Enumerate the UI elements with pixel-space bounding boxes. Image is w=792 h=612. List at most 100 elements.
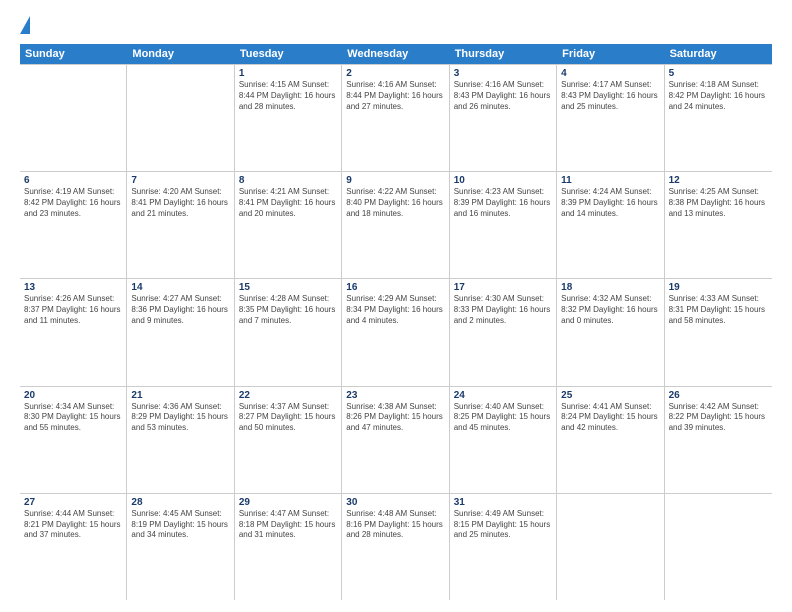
calendar-cell-15: 15Sunrise: 4:28 AM Sunset: 8:35 PM Dayli…: [235, 279, 342, 385]
day-number: 25: [561, 390, 659, 401]
calendar-cell-16: 16Sunrise: 4:29 AM Sunset: 8:34 PM Dayli…: [342, 279, 449, 385]
day-info: Sunrise: 4:48 AM Sunset: 8:16 PM Dayligh…: [346, 509, 444, 541]
day-number: 4: [561, 68, 659, 79]
day-number: 26: [669, 390, 768, 401]
day-info: Sunrise: 4:36 AM Sunset: 8:29 PM Dayligh…: [131, 402, 229, 434]
weekday-header-tuesday: Tuesday: [235, 44, 342, 64]
calendar-cell-3: 3Sunrise: 4:16 AM Sunset: 8:43 PM Daylig…: [450, 65, 557, 171]
calendar-cell-9: 9Sunrise: 4:22 AM Sunset: 8:40 PM Daylig…: [342, 172, 449, 278]
day-info: Sunrise: 4:34 AM Sunset: 8:30 PM Dayligh…: [24, 402, 122, 434]
page: SundayMondayTuesdayWednesdayThursdayFrid…: [0, 0, 792, 612]
weekday-header-wednesday: Wednesday: [342, 44, 449, 64]
day-number: 9: [346, 175, 444, 186]
calendar-cell-4: 4Sunrise: 4:17 AM Sunset: 8:43 PM Daylig…: [557, 65, 664, 171]
day-info: Sunrise: 4:33 AM Sunset: 8:31 PM Dayligh…: [669, 294, 768, 326]
calendar-cell-17: 17Sunrise: 4:30 AM Sunset: 8:33 PM Dayli…: [450, 279, 557, 385]
day-info: Sunrise: 4:21 AM Sunset: 8:41 PM Dayligh…: [239, 187, 337, 219]
day-number: 27: [24, 497, 122, 508]
calendar-cell-13: 13Sunrise: 4:26 AM Sunset: 8:37 PM Dayli…: [20, 279, 127, 385]
day-info: Sunrise: 4:24 AM Sunset: 8:39 PM Dayligh…: [561, 187, 659, 219]
calendar-cell-6: 6Sunrise: 4:19 AM Sunset: 8:42 PM Daylig…: [20, 172, 127, 278]
calendar-cell-26: 26Sunrise: 4:42 AM Sunset: 8:22 PM Dayli…: [665, 387, 772, 493]
day-number: 21: [131, 390, 229, 401]
weekday-header-friday: Friday: [557, 44, 664, 64]
calendar-cell-empty: [20, 65, 127, 171]
day-number: 19: [669, 282, 768, 293]
calendar-cell-empty: [665, 494, 772, 600]
day-number: 2: [346, 68, 444, 79]
calendar-cell-30: 30Sunrise: 4:48 AM Sunset: 8:16 PM Dayli…: [342, 494, 449, 600]
day-info: Sunrise: 4:49 AM Sunset: 8:15 PM Dayligh…: [454, 509, 552, 541]
day-number: 13: [24, 282, 122, 293]
calendar-cell-29: 29Sunrise: 4:47 AM Sunset: 8:18 PM Dayli…: [235, 494, 342, 600]
weekday-header-sunday: Sunday: [20, 44, 127, 64]
day-number: 15: [239, 282, 337, 293]
day-info: Sunrise: 4:40 AM Sunset: 8:25 PM Dayligh…: [454, 402, 552, 434]
calendar-cell-1: 1Sunrise: 4:15 AM Sunset: 8:44 PM Daylig…: [235, 65, 342, 171]
day-number: 28: [131, 497, 229, 508]
day-info: Sunrise: 4:37 AM Sunset: 8:27 PM Dayligh…: [239, 402, 337, 434]
weekday-header-thursday: Thursday: [450, 44, 557, 64]
day-info: Sunrise: 4:28 AM Sunset: 8:35 PM Dayligh…: [239, 294, 337, 326]
calendar-cell-8: 8Sunrise: 4:21 AM Sunset: 8:41 PM Daylig…: [235, 172, 342, 278]
day-number: 6: [24, 175, 122, 186]
day-number: 11: [561, 175, 659, 186]
calendar-cell-5: 5Sunrise: 4:18 AM Sunset: 8:42 PM Daylig…: [665, 65, 772, 171]
day-info: Sunrise: 4:25 AM Sunset: 8:38 PM Dayligh…: [669, 187, 768, 219]
calendar-cell-empty: [557, 494, 664, 600]
calendar-header: SundayMondayTuesdayWednesdayThursdayFrid…: [20, 44, 772, 64]
logo: [20, 16, 34, 34]
day-number: 8: [239, 175, 337, 186]
calendar-cell-24: 24Sunrise: 4:40 AM Sunset: 8:25 PM Dayli…: [450, 387, 557, 493]
day-info: Sunrise: 4:29 AM Sunset: 8:34 PM Dayligh…: [346, 294, 444, 326]
day-info: Sunrise: 4:19 AM Sunset: 8:42 PM Dayligh…: [24, 187, 122, 219]
calendar-cell-18: 18Sunrise: 4:32 AM Sunset: 8:32 PM Dayli…: [557, 279, 664, 385]
day-number: 7: [131, 175, 229, 186]
day-number: 29: [239, 497, 337, 508]
calendar-cell-10: 10Sunrise: 4:23 AM Sunset: 8:39 PM Dayli…: [450, 172, 557, 278]
day-info: Sunrise: 4:44 AM Sunset: 8:21 PM Dayligh…: [24, 509, 122, 541]
calendar-cell-7: 7Sunrise: 4:20 AM Sunset: 8:41 PM Daylig…: [127, 172, 234, 278]
calendar-cell-27: 27Sunrise: 4:44 AM Sunset: 8:21 PM Dayli…: [20, 494, 127, 600]
day-info: Sunrise: 4:27 AM Sunset: 8:36 PM Dayligh…: [131, 294, 229, 326]
calendar-cell-20: 20Sunrise: 4:34 AM Sunset: 8:30 PM Dayli…: [20, 387, 127, 493]
day-info: Sunrise: 4:20 AM Sunset: 8:41 PM Dayligh…: [131, 187, 229, 219]
calendar-cell-25: 25Sunrise: 4:41 AM Sunset: 8:24 PM Dayli…: [557, 387, 664, 493]
day-info: Sunrise: 4:23 AM Sunset: 8:39 PM Dayligh…: [454, 187, 552, 219]
day-number: 12: [669, 175, 768, 186]
day-info: Sunrise: 4:42 AM Sunset: 8:22 PM Dayligh…: [669, 402, 768, 434]
logo-icon: [20, 16, 30, 34]
day-info: Sunrise: 4:32 AM Sunset: 8:32 PM Dayligh…: [561, 294, 659, 326]
day-info: Sunrise: 4:22 AM Sunset: 8:40 PM Dayligh…: [346, 187, 444, 219]
weekday-header-monday: Monday: [127, 44, 234, 64]
calendar-cell-empty: [127, 65, 234, 171]
day-info: Sunrise: 4:26 AM Sunset: 8:37 PM Dayligh…: [24, 294, 122, 326]
day-info: Sunrise: 4:17 AM Sunset: 8:43 PM Dayligh…: [561, 80, 659, 112]
calendar-cell-12: 12Sunrise: 4:25 AM Sunset: 8:38 PM Dayli…: [665, 172, 772, 278]
calendar-cell-22: 22Sunrise: 4:37 AM Sunset: 8:27 PM Dayli…: [235, 387, 342, 493]
calendar-row-1: 6Sunrise: 4:19 AM Sunset: 8:42 PM Daylig…: [20, 171, 772, 278]
calendar-cell-28: 28Sunrise: 4:45 AM Sunset: 8:19 PM Dayli…: [127, 494, 234, 600]
day-info: Sunrise: 4:30 AM Sunset: 8:33 PM Dayligh…: [454, 294, 552, 326]
weekday-header-saturday: Saturday: [665, 44, 772, 64]
calendar: SundayMondayTuesdayWednesdayThursdayFrid…: [20, 44, 772, 600]
day-number: 14: [131, 282, 229, 293]
day-number: 22: [239, 390, 337, 401]
calendar-row-3: 20Sunrise: 4:34 AM Sunset: 8:30 PM Dayli…: [20, 386, 772, 493]
calendar-cell-2: 2Sunrise: 4:16 AM Sunset: 8:44 PM Daylig…: [342, 65, 449, 171]
day-info: Sunrise: 4:41 AM Sunset: 8:24 PM Dayligh…: [561, 402, 659, 434]
day-info: Sunrise: 4:18 AM Sunset: 8:42 PM Dayligh…: [669, 80, 768, 112]
calendar-body: 1Sunrise: 4:15 AM Sunset: 8:44 PM Daylig…: [20, 64, 772, 600]
day-number: 1: [239, 68, 337, 79]
calendar-cell-31: 31Sunrise: 4:49 AM Sunset: 8:15 PM Dayli…: [450, 494, 557, 600]
day-number: 16: [346, 282, 444, 293]
day-number: 18: [561, 282, 659, 293]
calendar-cell-14: 14Sunrise: 4:27 AM Sunset: 8:36 PM Dayli…: [127, 279, 234, 385]
day-number: 17: [454, 282, 552, 293]
day-number: 5: [669, 68, 768, 79]
day-info: Sunrise: 4:45 AM Sunset: 8:19 PM Dayligh…: [131, 509, 229, 541]
day-info: Sunrise: 4:38 AM Sunset: 8:26 PM Dayligh…: [346, 402, 444, 434]
calendar-row-4: 27Sunrise: 4:44 AM Sunset: 8:21 PM Dayli…: [20, 493, 772, 600]
day-info: Sunrise: 4:47 AM Sunset: 8:18 PM Dayligh…: [239, 509, 337, 541]
day-number: 24: [454, 390, 552, 401]
